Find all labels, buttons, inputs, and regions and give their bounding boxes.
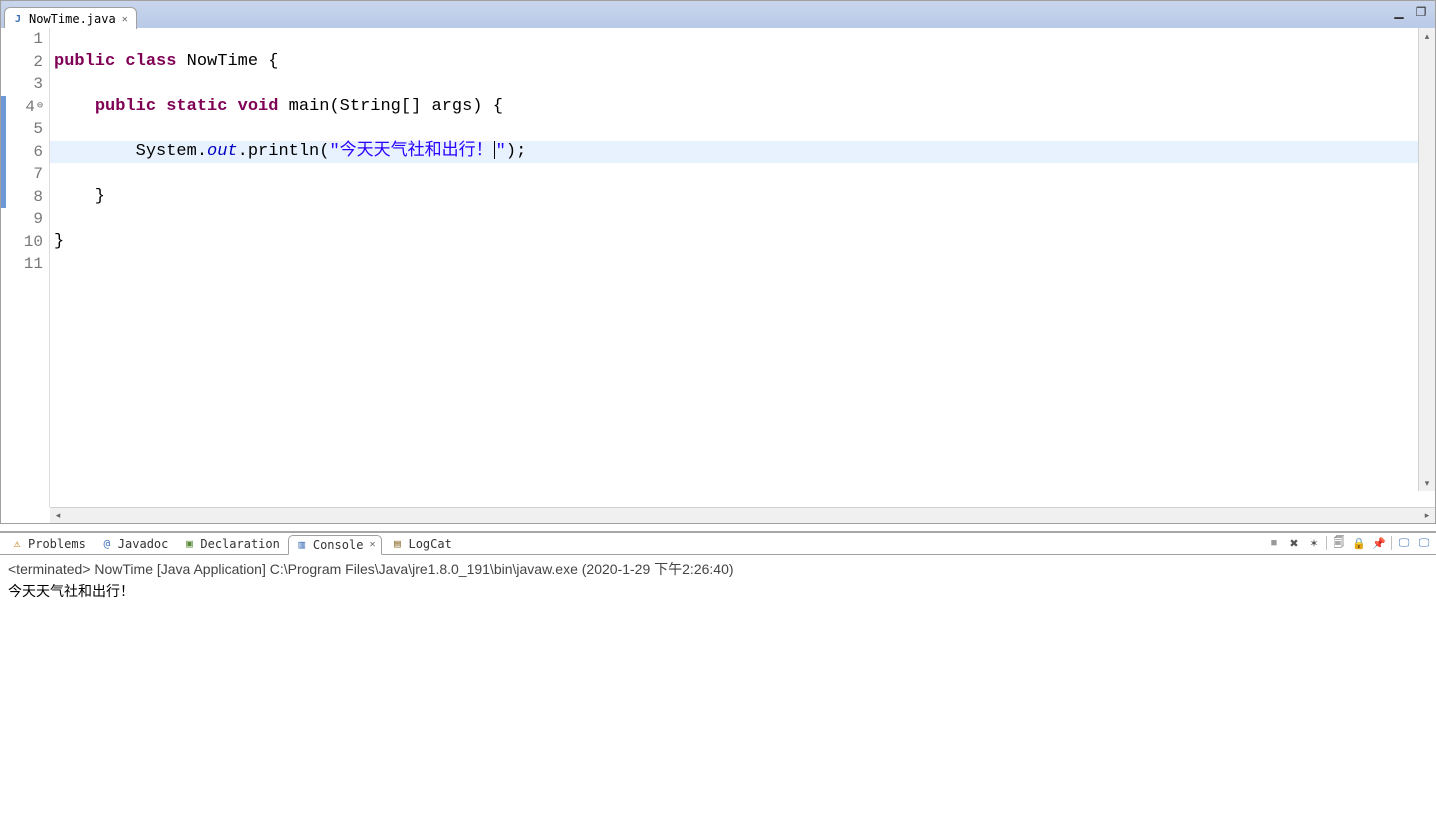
problems-icon: ⚠ <box>10 537 24 551</box>
code-line <box>50 163 1435 186</box>
editor-tab-bar: J NowTime.java ✕ ▁ ❐ <box>1 1 1435 28</box>
tab-logcat[interactable]: ▤ LogCat <box>384 535 457 553</box>
scroll-up-icon[interactable]: ▴ <box>1419 28 1435 44</box>
line-number: 8 <box>6 186 43 209</box>
tab-javadoc[interactable]: @ Javadoc <box>94 535 175 553</box>
line-number-gutter: 1 2 3 4⊖ 5 6 7 8 9 10 11 <box>6 28 50 507</box>
tab-close-icon[interactable]: ✕ <box>369 539 375 550</box>
tab-console[interactable]: ▥ Console ✕ <box>288 535 383 555</box>
editor-tab-active[interactable]: J NowTime.java ✕ <box>4 7 137 29</box>
line-number: 1 <box>6 28 43 51</box>
tab-label: Declaration <box>200 537 279 551</box>
code-line <box>50 118 1435 141</box>
scroll-left-icon[interactable]: ◂ <box>50 508 66 523</box>
pin-console-button[interactable]: 📌 <box>1371 535 1387 551</box>
console-toolbar: ■ ✖ ✶ 🗐 🔒 📌 🖵 🖵 <box>1266 535 1432 551</box>
tab-label: Javadoc <box>118 537 169 551</box>
text-caret <box>494 141 495 159</box>
console-output-line: 今天天气社和出行！ <box>8 581 1428 601</box>
remove-all-button[interactable]: ✶ <box>1306 535 1322 551</box>
editor-window-controls: ▁ ❐ <box>1391 5 1429 19</box>
minimize-icon[interactable]: ▁ <box>1391 5 1407 19</box>
views-tab-bar: ⚠ Problems @ Javadoc ▣ Declaration ▥ Con… <box>0 533 1436 555</box>
bottom-pane: ⚠ Problems @ Javadoc ▣ Declaration ▥ Con… <box>0 531 1436 816</box>
line-number: 6 <box>6 141 43 164</box>
line-number: 9 <box>6 208 43 231</box>
tab-close-icon[interactable]: ✕ <box>122 14 128 25</box>
line-number: 2 <box>6 51 43 74</box>
tab-declaration[interactable]: ▣ Declaration <box>176 535 285 553</box>
line-number: 4⊖ <box>6 96 43 119</box>
line-number: 3 <box>6 73 43 96</box>
code-line: public class NowTime { <box>50 51 1435 74</box>
vertical-scrollbar[interactable]: ▴ ▾ <box>1418 28 1435 491</box>
code-line: } <box>50 186 1435 209</box>
java-file-icon: J <box>11 12 25 26</box>
code-line <box>50 253 1435 276</box>
code-line <box>50 73 1435 96</box>
toolbar-divider <box>1326 536 1327 550</box>
line-number: 5 <box>6 118 43 141</box>
info-marker <box>1 96 6 208</box>
javadoc-icon: @ <box>100 537 114 551</box>
declaration-icon: ▣ <box>182 537 196 551</box>
toolbar-divider <box>1391 536 1392 550</box>
code-line-current: System.out.println("今天天气社和出行！"); <box>50 141 1435 164</box>
open-console-button[interactable]: 🖵 <box>1416 535 1432 551</box>
code-line: public static void main(String[] args) { <box>50 96 1435 119</box>
code-line: } <box>50 231 1435 254</box>
tab-problems[interactable]: ⚠ Problems <box>4 535 92 553</box>
tab-label: Problems <box>28 537 86 551</box>
fold-icon[interactable]: ⊖ <box>37 96 43 119</box>
scroll-lock-button[interactable]: 🔒 <box>1351 535 1367 551</box>
line-number: 10 <box>6 231 43 254</box>
console-icon: ▥ <box>295 538 309 552</box>
tab-label: LogCat <box>408 537 451 551</box>
logcat-icon: ▤ <box>390 537 404 551</box>
line-number: 11 <box>6 253 43 276</box>
console-status-line: <terminated> NowTime [Java Application] … <box>8 559 1428 579</box>
tab-label: Console <box>313 538 364 552</box>
console-content[interactable]: <terminated> NowTime [Java Application] … <box>0 555 1436 816</box>
scroll-right-icon[interactable]: ▸ <box>1419 508 1435 523</box>
code-line <box>50 28 1435 51</box>
code-lines: public class NowTime { public static voi… <box>50 28 1435 276</box>
editor-pane: J NowTime.java ✕ ▁ ❐ 1 2 3 4⊖ 5 6 7 8 9 … <box>0 0 1436 524</box>
remove-launch-button[interactable]: ✖ <box>1286 535 1302 551</box>
editor-body: 1 2 3 4⊖ 5 6 7 8 9 10 11 public class No… <box>1 28 1435 507</box>
scroll-down-icon[interactable]: ▾ <box>1419 475 1435 491</box>
horizontal-scrollbar[interactable]: ◂ ▸ <box>50 507 1435 523</box>
terminate-button[interactable]: ■ <box>1266 535 1282 551</box>
display-selected-button[interactable]: 🖵 <box>1396 535 1412 551</box>
line-number: 7 <box>6 163 43 186</box>
tab-filename: NowTime.java <box>29 12 116 26</box>
clear-console-button[interactable]: 🗐 <box>1331 535 1347 551</box>
marker-bar <box>1 28 6 507</box>
maximize-icon[interactable]: ❐ <box>1413 5 1429 19</box>
code-line <box>50 208 1435 231</box>
code-area[interactable]: public class NowTime { public static voi… <box>50 28 1435 507</box>
